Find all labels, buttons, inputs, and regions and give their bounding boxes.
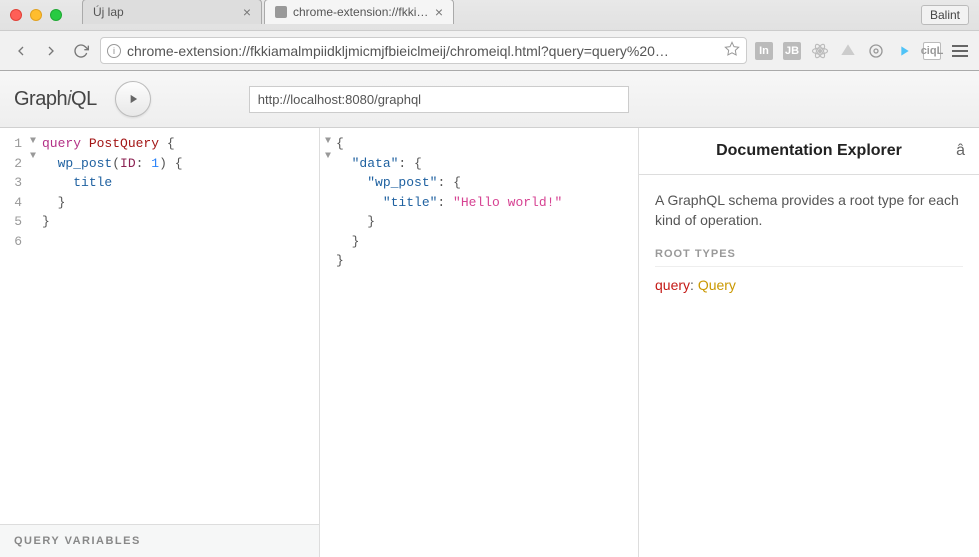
root-types-label: root types bbox=[655, 248, 963, 267]
extension-circle-icon[interactable] bbox=[867, 42, 885, 60]
query-variables-header[interactable]: Query Variables bbox=[0, 524, 319, 557]
result-code[interactable]: { "data": { "wp_post": { "title": "Hello… bbox=[336, 134, 638, 557]
nav-bar: i chrome-extension://fkkiamalmpiidkljmic… bbox=[0, 30, 979, 70]
token-punct: ( bbox=[112, 156, 120, 171]
token-punct: : bbox=[136, 156, 144, 171]
browser-chrome: Új lap × chrome-extension://fkkiam × Bal… bbox=[0, 0, 979, 71]
docs-description: A GraphQL schema provides a root type fo… bbox=[655, 191, 963, 230]
extension-icons: In JB ciqL bbox=[755, 42, 969, 60]
close-tab-icon[interactable]: × bbox=[243, 5, 251, 19]
browser-menu-button[interactable] bbox=[951, 42, 969, 60]
line-number: 1 bbox=[0, 134, 22, 154]
query-editor[interactable]: 1 2 3 4 5 6 ▼ ▼ query PostQuery { wp_pos… bbox=[0, 128, 319, 524]
graphiql-logo: GraphiQL bbox=[14, 88, 97, 111]
line-number: 4 bbox=[0, 193, 22, 213]
fold-gutter: ▼ ▼ bbox=[30, 134, 42, 524]
root-type-entry: query: Query bbox=[655, 277, 963, 293]
query-code[interactable]: query PostQuery { wp_post(ID: 1) { title… bbox=[42, 134, 319, 524]
token-punct: : bbox=[437, 175, 445, 190]
token-punct: } bbox=[42, 214, 50, 229]
result-fold-gutter: ▼ ▼ bbox=[320, 134, 336, 557]
token-punct: } bbox=[336, 253, 344, 268]
extension-jb-icon[interactable]: JB bbox=[783, 42, 801, 60]
documentation-explorer: Documentation Explorer â A GraphQL schem… bbox=[639, 128, 979, 557]
token-field: wp_post bbox=[58, 156, 113, 171]
result-pane: ▼ ▼ { "data": { "wp_post": { "title": "H… bbox=[320, 128, 639, 557]
line-gutter: 1 2 3 4 5 6 bbox=[0, 134, 30, 524]
fold-arrow-icon[interactable]: ▼ bbox=[320, 134, 336, 149]
fold-arrow-icon[interactable]: ▼ bbox=[320, 149, 336, 164]
token-string: "Hello world!" bbox=[453, 195, 562, 210]
docs-title: Documentation Explorer bbox=[716, 142, 902, 160]
docs-search-icon[interactable]: â bbox=[956, 142, 965, 160]
extension-play-icon[interactable] bbox=[895, 42, 913, 60]
logo-text: Graph bbox=[14, 88, 67, 110]
token-punct: { bbox=[414, 156, 422, 171]
minimize-window-button[interactable] bbox=[30, 9, 42, 21]
tab-title: chrome-extension://fkkiam bbox=[293, 5, 429, 19]
endpoint-input[interactable] bbox=[249, 86, 629, 113]
line-number: 3 bbox=[0, 173, 22, 193]
token-punct: ) bbox=[159, 156, 167, 171]
graphiql-panes: 1 2 3 4 5 6 ▼ ▼ query PostQuery { wp_pos… bbox=[0, 128, 979, 557]
extension-in-icon[interactable]: In bbox=[755, 42, 773, 60]
profile-badge[interactable]: Balint bbox=[921, 5, 969, 25]
extension-favicon-icon bbox=[275, 6, 287, 18]
token-json-key: "title" bbox=[383, 195, 438, 210]
fold-arrow-icon[interactable]: ▼ bbox=[30, 134, 42, 149]
line-number: 6 bbox=[0, 232, 22, 252]
back-button[interactable] bbox=[10, 40, 32, 62]
hamburger-icon bbox=[952, 45, 968, 57]
token-json-key: "wp_post" bbox=[367, 175, 437, 190]
forward-button[interactable] bbox=[40, 40, 62, 62]
token-argument: ID bbox=[120, 156, 136, 171]
token-punct: { bbox=[175, 156, 183, 171]
token-field: title bbox=[73, 175, 112, 190]
close-tab-icon[interactable]: × bbox=[435, 5, 443, 19]
token-punct: : bbox=[398, 156, 406, 171]
extension-react-icon[interactable] bbox=[811, 42, 829, 60]
line-number: 5 bbox=[0, 212, 22, 232]
close-window-button[interactable] bbox=[10, 9, 22, 21]
token-number: 1 bbox=[151, 156, 159, 171]
token-punct: } bbox=[58, 195, 66, 210]
token-punct: } bbox=[367, 214, 375, 229]
execute-query-button[interactable] bbox=[115, 81, 151, 117]
maximize-window-button[interactable] bbox=[50, 9, 62, 21]
docs-header: Documentation Explorer â bbox=[639, 128, 979, 175]
token-punct: } bbox=[352, 234, 360, 249]
browser-tab[interactable]: Új lap × bbox=[82, 0, 262, 24]
address-bar[interactable]: i chrome-extension://fkkiamalmpiidkljmic… bbox=[100, 37, 747, 64]
token-json-key: "data" bbox=[352, 156, 399, 171]
root-field-name[interactable]: query bbox=[655, 277, 690, 293]
colon: : bbox=[690, 277, 698, 293]
token-punct: { bbox=[336, 136, 344, 151]
graphiql-toolbar: GraphiQL bbox=[0, 71, 979, 128]
fold-arrow-icon[interactable]: ▼ bbox=[30, 149, 42, 164]
extension-drive-icon[interactable] bbox=[839, 42, 857, 60]
window-titlebar: Új lap × chrome-extension://fkkiam × Bal… bbox=[0, 0, 979, 30]
token-punct: { bbox=[167, 136, 175, 151]
bookmark-star-icon[interactable] bbox=[724, 41, 740, 60]
tab-title: Új lap bbox=[93, 5, 237, 19]
reload-button[interactable] bbox=[70, 40, 92, 62]
docs-body: A GraphQL schema provides a root type fo… bbox=[639, 175, 979, 309]
root-type-link[interactable]: Query bbox=[698, 277, 736, 293]
token-keyword: query bbox=[42, 136, 81, 151]
token-punct: : bbox=[437, 195, 445, 210]
tab-strip: Új lap × chrome-extension://fkkiam × bbox=[82, 6, 456, 24]
token-punct: { bbox=[453, 175, 461, 190]
query-editor-pane: 1 2 3 4 5 6 ▼ ▼ query PostQuery { wp_pos… bbox=[0, 128, 320, 557]
site-info-icon[interactable]: i bbox=[107, 44, 121, 58]
graphiql-app: GraphiQL 1 2 3 4 5 6 ▼ ▼ bbox=[0, 71, 979, 557]
browser-tab[interactable]: chrome-extension://fkkiam × bbox=[264, 0, 454, 24]
url-text: chrome-extension://fkkiamalmpiidkljmicmj… bbox=[127, 43, 718, 59]
logo-text: QL bbox=[71, 88, 97, 110]
line-number: 2 bbox=[0, 154, 22, 174]
traffic-lights bbox=[10, 9, 62, 21]
extension-ciql-icon[interactable]: ciqL bbox=[923, 42, 941, 60]
token-definition: PostQuery bbox=[89, 136, 159, 151]
